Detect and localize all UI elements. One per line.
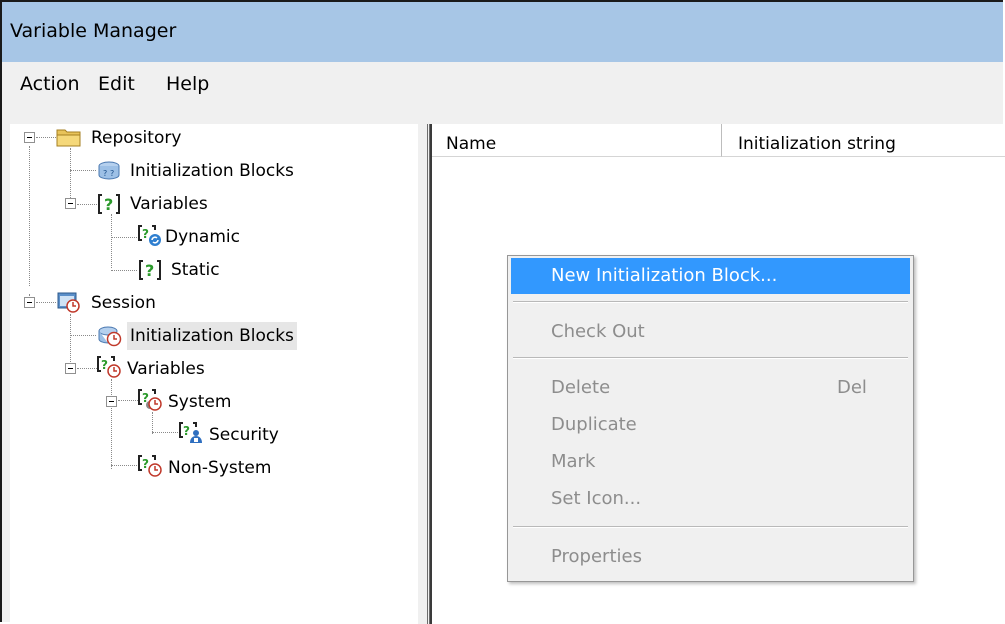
svg-text:?: ? — [110, 169, 114, 178]
collapse-icon[interactable] — [65, 198, 76, 209]
variable-manager-window: Variable Manager Action Edit Help Reposi… — [0, 0, 1005, 624]
svg-text:?: ? — [183, 424, 190, 438]
session-icon — [56, 291, 82, 313]
menu-bar: Action Edit Help — [2, 62, 1003, 114]
menu-item-delete[interactable]: Delete Del — [511, 370, 910, 406]
session-variables-icon: ? — [97, 356, 123, 378]
tree-item-repository-variables[interactable]: ? Variables — [10, 190, 410, 218]
variables-icon: ? — [97, 193, 123, 215]
tree-item-static[interactable]: ? Static — [10, 256, 410, 284]
tree-pane[interactable]: Repository ?? Initialization Blocks ? Va… — [10, 124, 418, 624]
tree-item-label: Session — [91, 293, 156, 313]
svg-text:?: ? — [145, 261, 154, 280]
menu-action[interactable]: Action — [18, 70, 82, 98]
tree-item-label: Security — [209, 425, 279, 445]
tree-item-label: System — [168, 392, 232, 412]
delete-shortcut: Del — [837, 377, 867, 398]
non-system-variable-icon: ? — [138, 455, 164, 477]
menu-item-properties[interactable]: Properties — [511, 539, 910, 575]
menu-help[interactable]: Help — [164, 70, 211, 98]
collapse-icon[interactable] — [106, 396, 117, 407]
title-bar[interactable]: Variable Manager — [2, 2, 1003, 63]
tree-item-session[interactable]: Session — [10, 289, 410, 317]
tree-item-label: Initialization Blocks — [127, 322, 297, 350]
menu-item-check-out[interactable]: Check Out — [511, 314, 910, 350]
menu-edit[interactable]: Edit — [96, 70, 137, 98]
tree-item-label: Variables — [127, 359, 205, 379]
tree-item-label: Static — [171, 260, 220, 280]
static-variable-icon: ? — [138, 259, 164, 281]
svg-text:?: ? — [101, 358, 108, 372]
menu-item-new-initialization-block[interactable]: New Initialization Block... — [511, 258, 910, 294]
svg-text:?: ? — [142, 457, 149, 471]
menu-separator — [513, 301, 908, 303]
menu-separator — [513, 526, 908, 528]
menu-item-duplicate[interactable]: Duplicate — [511, 407, 910, 443]
dynamic-variable-icon: ? — [138, 225, 164, 247]
menu-separator — [513, 357, 908, 359]
tree-item-system[interactable]: ? System — [10, 388, 410, 416]
tree-item-non-system[interactable]: ? Non-System — [10, 454, 410, 482]
tree-item-session-variables[interactable]: ? Variables — [10, 355, 410, 383]
folder-icon — [56, 126, 82, 148]
context-menu: New Initialization Block... Check Out De… — [507, 255, 914, 582]
collapse-icon[interactable] — [24, 132, 35, 143]
column-header-initialization-string[interactable]: Initialization string — [722, 124, 1005, 157]
list-header: Name Initialization string — [432, 124, 1005, 158]
tree-item-session-init-blocks[interactable]: Initialization Blocks — [10, 322, 410, 350]
collapse-icon[interactable] — [65, 363, 76, 374]
security-variable-icon: ? — [179, 422, 205, 444]
init-blocks-icon: ?? — [97, 160, 123, 182]
column-header-name[interactable]: Name — [432, 124, 722, 157]
tree-item-label: Non-System — [168, 458, 272, 478]
menu-item-set-icon[interactable]: Set Icon... — [511, 481, 910, 517]
pane-splitter[interactable] — [418, 124, 430, 624]
tree-item-security[interactable]: ? Security — [10, 421, 410, 449]
window-title: Variable Manager — [10, 20, 177, 42]
tree-item-repository-init-blocks[interactable]: ?? Initialization Blocks — [10, 157, 410, 185]
svg-text:?: ? — [104, 195, 113, 214]
tree-item-repository[interactable]: Repository — [10, 124, 410, 152]
session-init-blocks-icon — [97, 325, 123, 347]
svg-text:?: ? — [103, 169, 107, 178]
tree-item-dynamic[interactable]: ? Dynamic — [10, 223, 410, 251]
tree-item-label: Variables — [130, 194, 208, 214]
svg-text:?: ? — [142, 227, 149, 241]
menu-item-mark[interactable]: Mark — [511, 444, 910, 480]
tree-item-label: Repository — [91, 128, 182, 148]
collapse-icon[interactable] — [24, 297, 35, 308]
tree-item-label: Dynamic — [165, 227, 240, 247]
system-variable-icon: ? — [138, 389, 164, 411]
tree-item-label: Initialization Blocks — [130, 161, 294, 181]
